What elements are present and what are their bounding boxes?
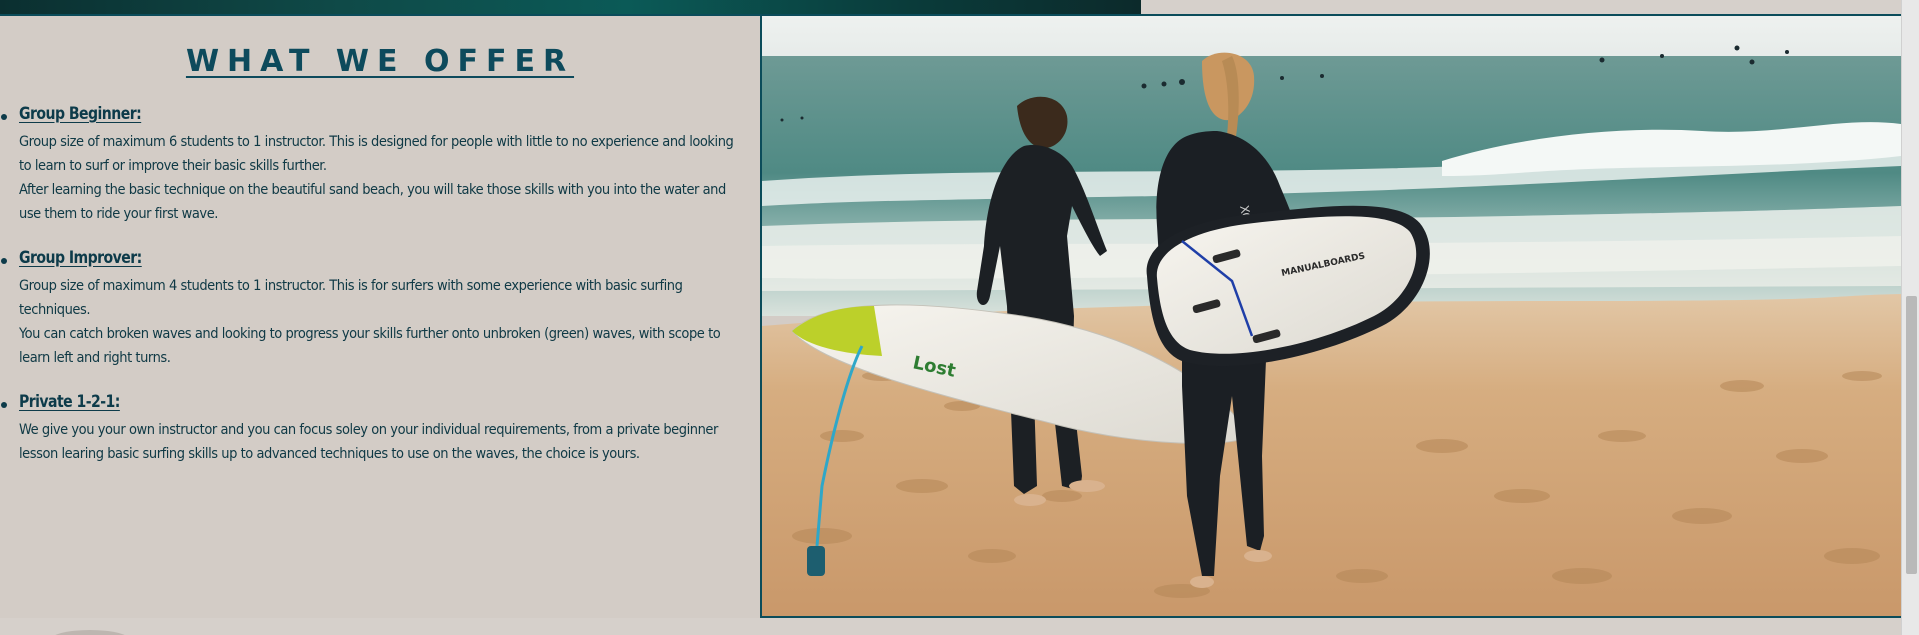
- offer-item-title: Group Improver:: [19, 248, 142, 268]
- previous-section-strip-right: [1141, 0, 1901, 16]
- vertical-scrollbar[interactable]: [1901, 0, 1919, 635]
- what-we-offer-panel: WHAT WE OFFER Group Beginner: Group size…: [0, 16, 762, 618]
- offer-item-description: Group size of maximum 6 students to 1 in…: [19, 134, 734, 174]
- offer-item-description: After learning the basic technique on th…: [19, 182, 726, 222]
- offer-item-description: Group size of maximum 4 students to 1 in…: [19, 278, 683, 318]
- offer-item-private: Private 1-2-1: We give you your own inst…: [0, 392, 745, 466]
- offer-item-group-beginner: Group Beginner: Group size of maximum 6 …: [0, 104, 745, 226]
- offer-item-title: Group Beginner:: [19, 104, 142, 124]
- next-section-strip: [0, 618, 1901, 635]
- offer-item-title: Private 1-2-1:: [19, 392, 120, 412]
- scrollbar-thumb[interactable]: [1906, 296, 1917, 574]
- offer-list: Group Beginner: Group size of maximum 6 …: [0, 104, 745, 488]
- offer-item-description: We give you your own instructor and you …: [19, 422, 718, 462]
- surfers-photo: Lost XCEL MANUALBOARDS: [762, 16, 1901, 618]
- previous-section-image-strip: [0, 0, 1141, 16]
- offer-item-group-improver: Group Improver: Group size of maximum 4 …: [0, 248, 745, 370]
- offer-item-description: You can catch broken waves and looking t…: [19, 326, 721, 366]
- section-title: WHAT WE OFFER: [185, 44, 575, 79]
